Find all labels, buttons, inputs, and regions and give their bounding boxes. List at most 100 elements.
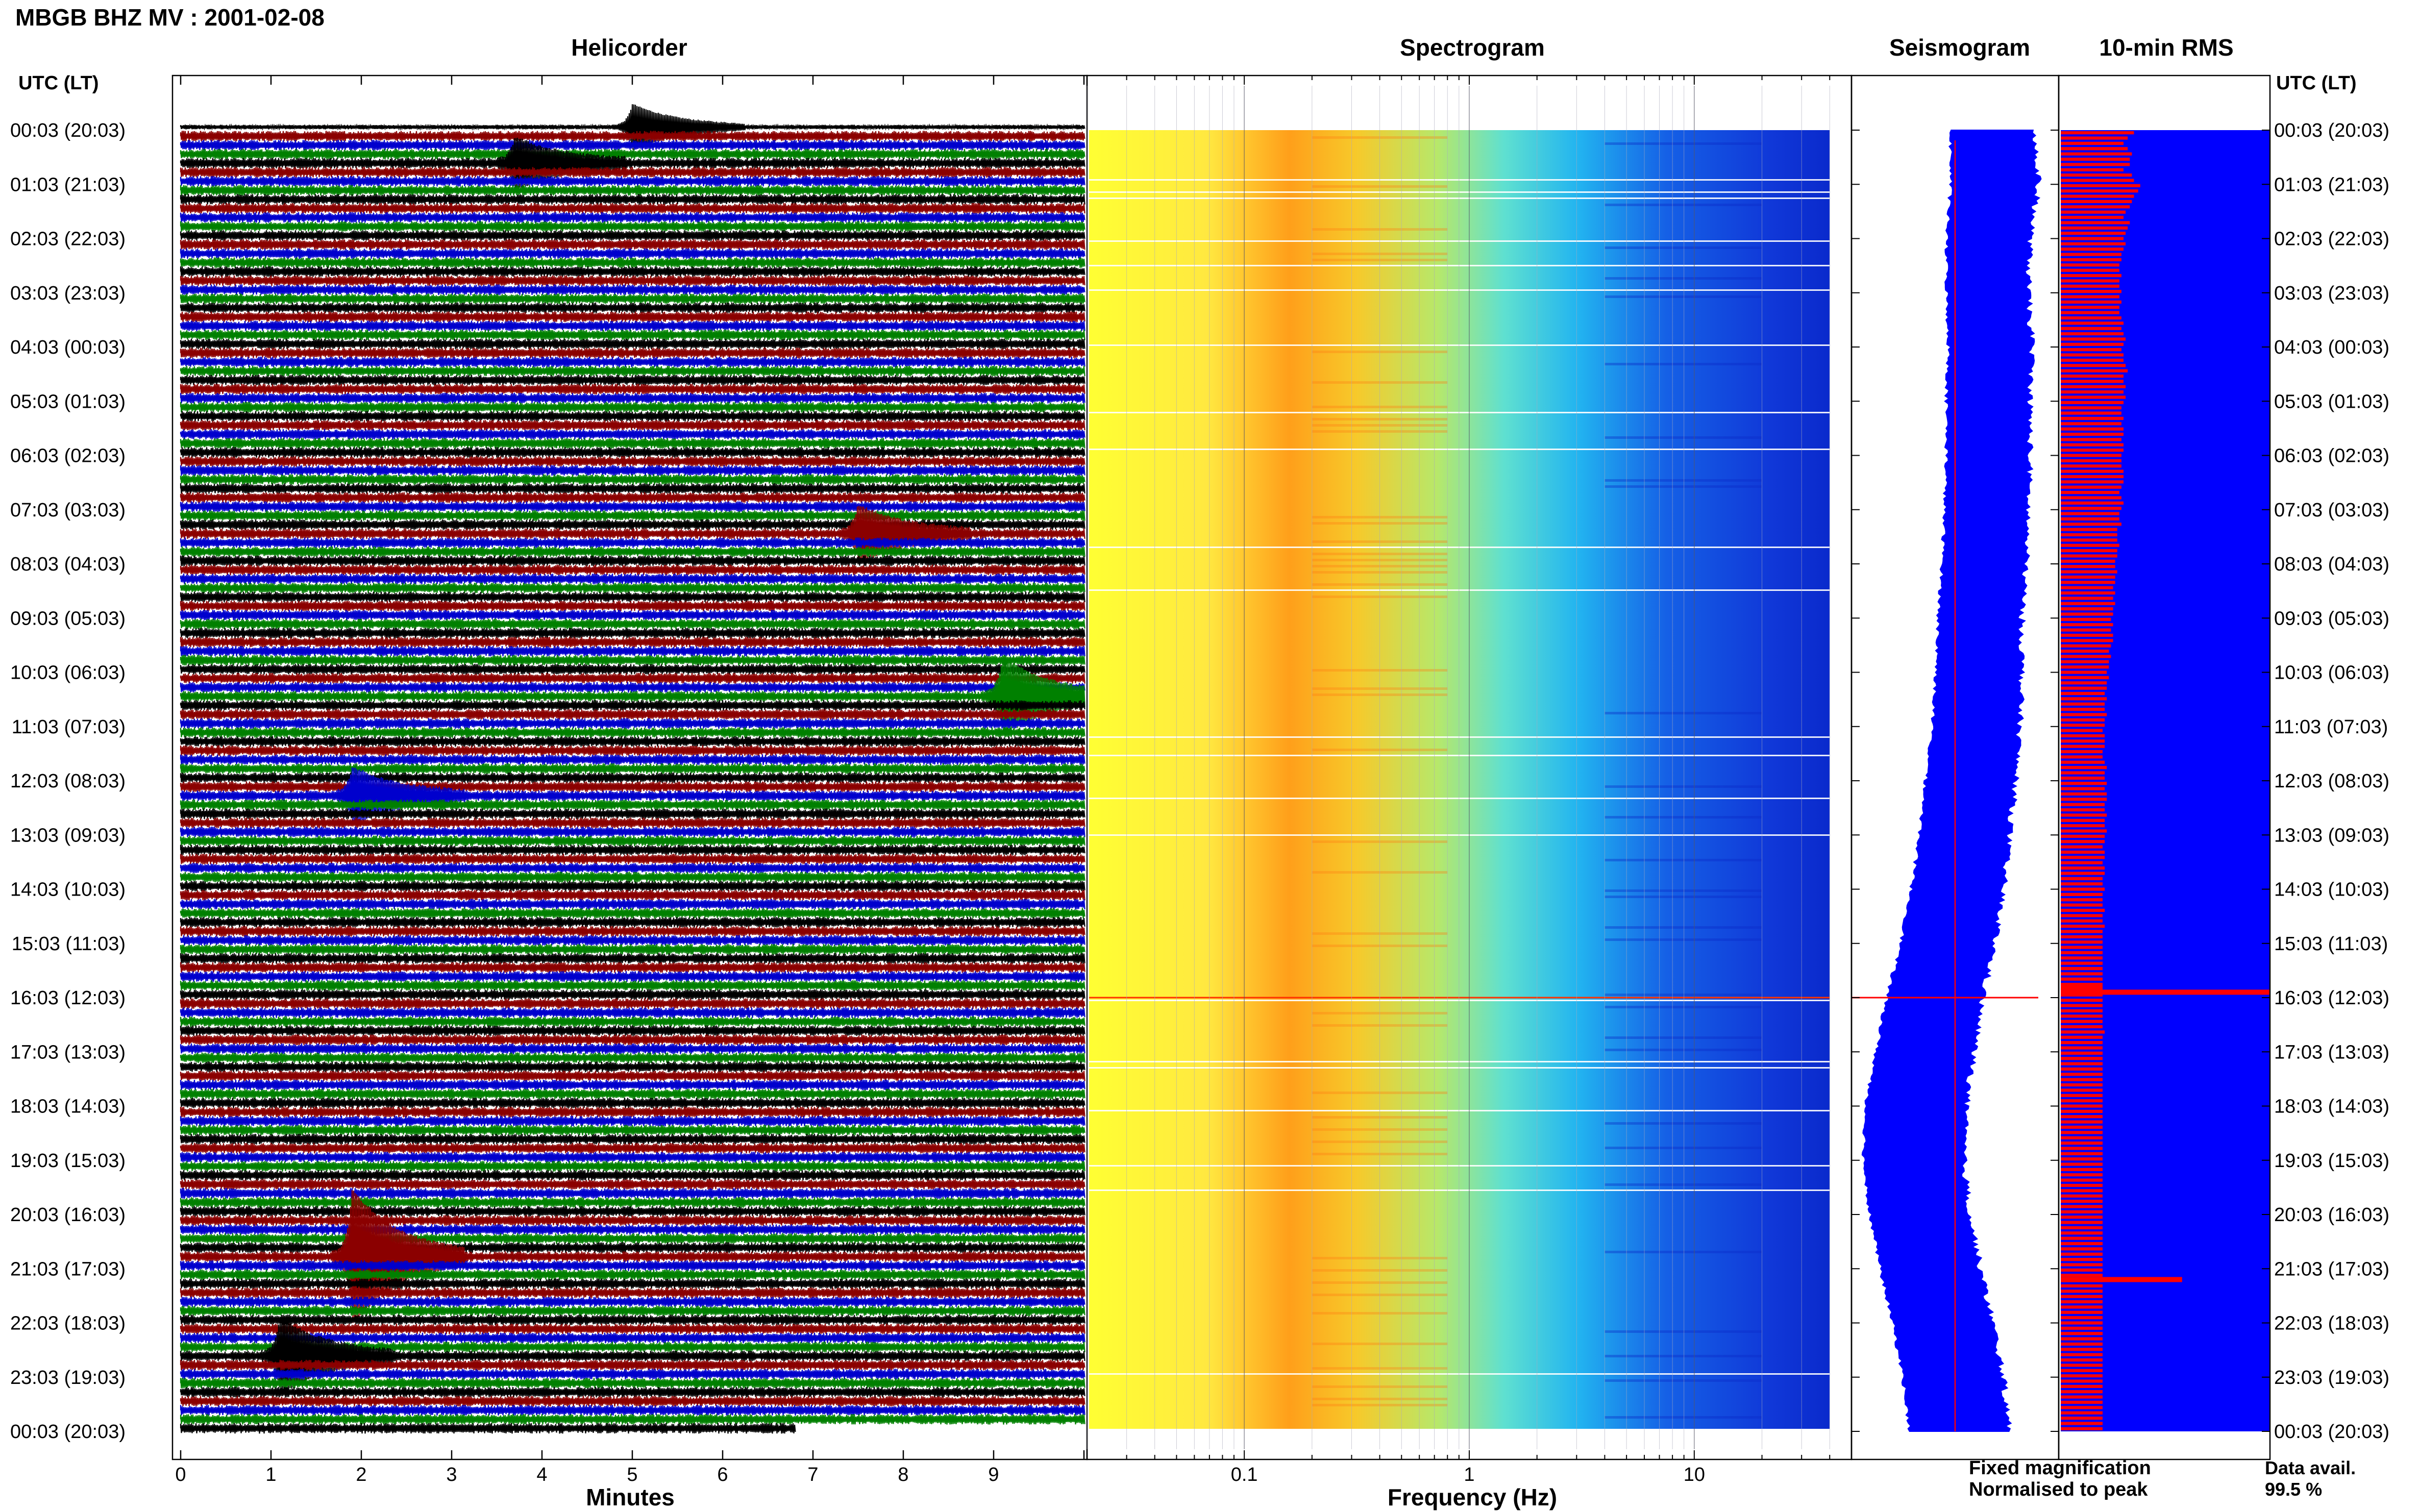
rms-bar: [2061, 639, 2113, 642]
rms-bar: [2061, 189, 2138, 193]
rms-bar: [2061, 1035, 2103, 1039]
spectrogram-band-streak: [1605, 859, 1762, 861]
utc-row-label-left: 12:03 (08:03): [10, 771, 126, 792]
rms-bar: [2061, 528, 2117, 531]
minutes-tick-label: 7: [807, 1464, 818, 1485]
panel-title-helicorder: Helicorder: [571, 34, 687, 61]
spectrogram-gap: [1089, 344, 1830, 346]
rms-spike-bar: [2061, 1277, 2182, 1282]
rms-bar: [2061, 755, 2103, 759]
helicorder-trace: [180, 636, 1085, 648]
rms-bar: [2061, 612, 2113, 616]
helicorder-trace: [180, 673, 1085, 684]
rms-bar: [2061, 1422, 2103, 1425]
spectrogram-band-streak: [1605, 889, 1762, 892]
spectrogram-gap: [1089, 412, 1830, 413]
rms-bar: [2061, 1136, 2103, 1139]
helicorder-trace: [180, 998, 1085, 1009]
spectrogram-gap: [1089, 265, 1830, 266]
helicorder-trace: [180, 1206, 1085, 1217]
spectrogram-gap: [1089, 1061, 1830, 1062]
minutes-tick-label: 3: [446, 1464, 457, 1485]
helicorder-trace: [180, 944, 1085, 955]
rms-bar: [2061, 1247, 2103, 1251]
utc-row-label-right: 22:03 (18:03): [2274, 1313, 2389, 1334]
rms-bar: [2061, 1083, 2103, 1087]
spectrogram-band-streak: [1605, 1147, 1762, 1149]
helicorder-trace: [180, 419, 1085, 431]
rms-bar: [2061, 200, 2132, 204]
rms-bar: [2061, 543, 2119, 547]
rms-bar: [2061, 141, 2124, 145]
rms-bar: [2061, 930, 2103, 933]
helicorder-trace: [180, 564, 1085, 576]
rms-bar: [2061, 136, 2128, 140]
helicorder-trace: [180, 826, 1085, 837]
helicorder-trace: [180, 853, 1085, 864]
helicorder-trace: [180, 1179, 1085, 1190]
spectrogram-image: [1089, 130, 1830, 1429]
rms-bar: [2061, 1374, 2103, 1378]
helicorder-trace: [180, 980, 1085, 991]
rms-bar: [2061, 787, 2105, 790]
helicorder-trace: [180, 167, 1085, 178]
rms-bar: [2061, 369, 2128, 373]
spectrogram-gap: [1089, 1165, 1830, 1167]
rms-bar: [2061, 475, 2124, 479]
rms-bar: [2061, 327, 2121, 330]
rms-bar: [2061, 1162, 2103, 1166]
rms-bar: [2061, 1337, 2103, 1341]
helicorder-trace: [180, 618, 1085, 630]
spectrogram-gap: [1089, 1067, 1830, 1069]
rms-bar: [2061, 856, 2105, 859]
rms-bar: [2061, 750, 2103, 754]
rms-bar: [2061, 623, 2113, 627]
rms-bar: [2061, 173, 2132, 177]
rms-bar: [2061, 676, 2109, 679]
helicorder-trace: [180, 1098, 1085, 1108]
helicorder-trace: [180, 1188, 1085, 1199]
utc-row-label-left: 11:03 (07:03): [12, 716, 126, 738]
spectrogram-gap: [1089, 834, 1830, 836]
helicorder-trace: [180, 1414, 1085, 1425]
rms-bar: [2061, 1073, 2103, 1076]
rms-bar: [2061, 316, 2121, 320]
rms-bar: [2061, 1067, 2103, 1071]
helicorder-trace: [180, 411, 1085, 422]
rms-bar: [2061, 559, 2115, 563]
helicorder-trace: [180, 845, 1085, 856]
helicorder-trace: [180, 555, 1085, 566]
rms-bar: [2061, 300, 2121, 304]
utc-row-label-right: 03:03 (23:03): [2274, 283, 2389, 304]
helicorder-trace: [180, 1260, 1085, 1271]
helicorder-trace: [180, 447, 1085, 458]
helicorder-trace: [180, 908, 1085, 919]
utc-row-label-right: 12:03 (08:03): [2274, 771, 2389, 792]
rms-bar: [2061, 861, 2103, 864]
minutes-tick-label: 4: [536, 1464, 547, 1485]
seismogram-panel: [1850, 75, 2060, 1460]
utc-row-label-right: 02:03 (22:03): [2274, 229, 2389, 250]
rms-bar: [2061, 205, 2130, 209]
rms-bar: [2061, 168, 2124, 171]
helicorder-trace: [180, 1088, 1085, 1100]
helicorder-trace: [180, 1386, 1085, 1398]
spectrogram-band-streak: [1605, 363, 1762, 365]
rms-bar: [2061, 1004, 2103, 1007]
helicorder-trace: [180, 1161, 1085, 1172]
utc-row-label-right: 16:03 (12:03): [2274, 987, 2389, 1009]
utc-row-label-right: 09:03 (05:03): [2274, 608, 2389, 629]
rms-bar: [2061, 575, 2115, 579]
utc-row-label-right: 13:03 (09:03): [2274, 825, 2389, 846]
rms-bar: [2061, 374, 2124, 378]
seismogram-fixed-magnification: [1861, 130, 2042, 1432]
rms-bar: [2061, 364, 2126, 367]
helicorder-trace: [180, 574, 1085, 584]
helicorder-trace: [180, 1116, 1085, 1127]
minutes-tick-label: 6: [717, 1464, 728, 1485]
spectrogram-gap: [1089, 736, 1830, 738]
rms-bar: [2061, 850, 2105, 854]
rms-bar: [2061, 940, 2103, 944]
rms-bar: [2061, 1316, 2103, 1320]
helicorder-trace: [180, 971, 1085, 982]
